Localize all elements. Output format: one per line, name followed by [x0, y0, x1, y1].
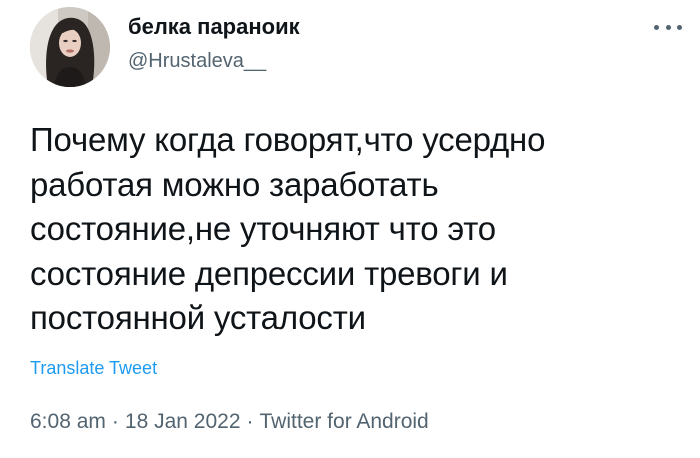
tweet-time[interactable]: 6:08 am: [30, 410, 106, 433]
separator: ·: [246, 410, 254, 433]
separator: ·: [111, 410, 119, 433]
tweet-source[interactable]: Twitter for Android: [260, 410, 429, 433]
tweet-text-line: Почему когда говорят,что усердно: [30, 121, 546, 158]
tweet-text-line: состояние,не уточняют что это: [30, 210, 496, 247]
dot: [665, 24, 671, 30]
tweet-text-line: постоянной усталости: [30, 299, 366, 336]
tweet-date[interactable]: 18 Jan 2022: [125, 410, 241, 433]
avatar[interactable]: [30, 7, 110, 87]
dot: [677, 24, 682, 30]
tweet-text-line: состояние депрессии тревоги и: [30, 254, 508, 292]
profile-photo-icon: [30, 7, 110, 87]
more-horizontal-icon[interactable]: [654, 20, 682, 34]
translate-tweet-link[interactable]: Translate Tweet: [30, 356, 157, 380]
display-name[interactable]: белка параноик: [128, 13, 300, 41]
tweet-card: белка параноик @Hrustaleva__ Почему когд…: [0, 0, 700, 458]
user-handle[interactable]: @Hrustaleva__: [128, 48, 266, 74]
tweet-metadata: 6:08 am · 18 Jan 2022 · Twitter for Android: [30, 408, 429, 436]
tweet-text: Почему когда говорят,что усердно работая…: [30, 118, 680, 341]
tweet-text-line: работая можно заработать: [30, 165, 439, 203]
dot: [654, 24, 659, 30]
